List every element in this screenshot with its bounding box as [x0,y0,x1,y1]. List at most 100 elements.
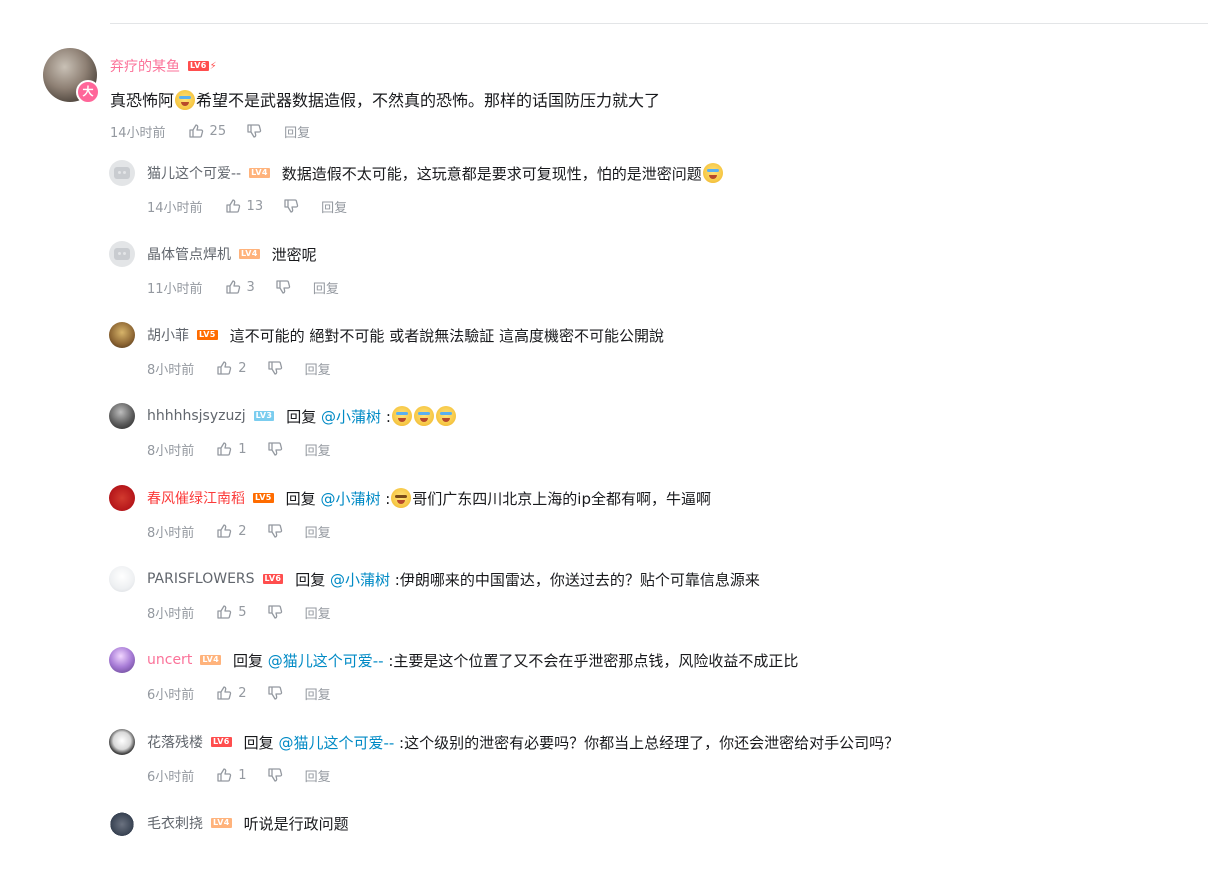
reply-info: 8小时前 2 回复 [147,359,331,378]
avatar[interactable] [109,322,135,348]
like-button[interactable]: 2 [216,523,247,539]
reply-content: 回复 @小蒲树 :伊朗哪来的中国雷达，你送过去的？贴个可靠信息源来 [295,569,760,590]
reply-info: 14小时前 13 回复 [147,197,347,216]
reply-button[interactable]: 回复 [284,122,310,141]
default-avatar-icon [114,248,130,260]
avatar[interactable] [109,160,135,186]
reply-username[interactable]: 春风催绿江南稻 [147,488,245,508]
dislike-button[interactable] [267,441,283,457]
reply-username[interactable]: 猫儿这个可爱-- [147,163,241,183]
top-divider [110,23,1208,24]
reply-item: hhhhhsjsyzuzj LV3 回复 @小蒲树 : 8小时前 1 回复 [109,403,1189,473]
reply-username[interactable]: uncert [147,652,192,668]
comment-time: 11小时前 [147,281,203,297]
comment-time: 8小时前 [147,606,195,622]
thumb-up-icon [217,605,232,619]
reply-username[interactable]: 胡小菲 [147,325,189,345]
avatar[interactable] [109,729,135,755]
like-button[interactable]: 2 [216,360,247,376]
thumb-up-icon [217,686,232,700]
thumb-down-icon [284,199,299,213]
level-badge: LV4 [239,249,260,259]
dislike-button[interactable] [267,767,283,783]
like-button[interactable]: 2 [216,685,247,701]
reply-text: :这个级别的泄密有必要吗？你都当上总经理了，你还会泄密给对手公司吗？ [394,733,900,752]
avatar[interactable] [109,810,135,836]
like-button[interactable]: 13 [225,198,263,214]
avatar[interactable] [109,403,135,429]
main-comment-avatar[interactable]: 大 [43,48,100,104]
reply-keyword: 回复 [286,407,317,426]
reply-text: :伊朗哪来的中国雷达，你送过去的？贴个可靠信息源来 [390,570,760,589]
reply-content: 回复 @猫儿这个可爱-- :主要是这个位置了又不会在乎泄密那点钱，风险收益不成正… [233,650,798,671]
like-button[interactable]: 1 [216,441,247,457]
avatar[interactable] [109,485,135,511]
level-badge: LV5 [253,493,274,503]
reply-username[interactable]: 花落残楼 [147,732,203,752]
default-avatar-icon [114,167,130,179]
level-badge: LV4 [249,168,270,178]
mention-link[interactable]: @猫儿这个可爱-- [278,734,394,752]
reply-text: :主要是这个位置了又不会在乎泄密那点钱，风险收益不成正比 [383,651,799,670]
mention-link[interactable]: @小蒲树 [330,571,390,589]
dislike-button[interactable] [267,604,283,620]
reply-button[interactable]: 回复 [321,197,347,216]
like-button[interactable]: 25 [188,123,226,139]
dislike-button[interactable] [267,523,283,539]
reply-username[interactable]: hhhhhsjsyzuzj [147,408,246,424]
level-badge: LV6 [188,61,209,71]
like-button[interactable]: 1 [216,767,247,783]
reply-info: 8小时前 2 回复 [147,522,331,541]
avatar[interactable] [109,566,135,592]
reply-content: 泄密呢 [271,245,317,264]
thumb-down-icon [276,280,291,294]
reply-content: 听说是行政问题 [243,814,349,833]
reply-text-prefix: : [380,489,391,508]
reply-item: PARISFLOWERS LV6 回复 @小蒲树 :伊朗哪来的中国雷达，你送过去… [109,566,1189,636]
dislike-button[interactable] [275,279,291,295]
reply-button[interactable]: 回复 [305,766,331,785]
reply-text: 数据造假不太可能，这玩意都是要求可复现性，怕的是泄密问题 [281,164,702,183]
like-button[interactable]: 3 [225,279,255,295]
thumb-down-icon [247,124,262,138]
mention-link[interactable]: @小蒲树 [320,490,380,508]
reply-content: 這不可能的 絕對不可能 或者說無法驗証 這高度機密不可能公開說 [229,326,664,345]
reply-keyword: 回复 [285,489,316,508]
reply-content: 数据造假不太可能，这玩意都是要求可复现性，怕的是泄密问题 [281,162,724,184]
thumb-up-icon [188,124,203,138]
comment-text-part: 真恐怖阿 [110,91,175,110]
dislike-button[interactable] [246,123,262,139]
reply-item: uncert LV4 回复 @猫儿这个可爱-- :主要是这个位置了又不会在乎泄密… [109,647,1189,717]
thumb-down-icon [267,361,282,375]
dislike-button[interactable] [283,198,299,214]
like-count: 5 [238,604,247,620]
like-count: 2 [238,685,247,701]
dislike-button[interactable] [267,685,283,701]
reply-button[interactable]: 回复 [305,684,331,703]
reply-button[interactable]: 回复 [305,603,331,622]
main-comment-info: 14小时前 25 回复 [110,122,310,141]
avatar[interactable] [109,647,135,673]
reply-item: 胡小菲 LV5 這不可能的 絕對不可能 或者說無法驗証 這高度機密不可能公開說 … [109,322,1189,392]
thumb-down-icon [267,524,282,538]
reply-username[interactable]: 毛衣刺挠 [147,813,203,833]
mention-link[interactable]: @小蒲树 [321,408,381,426]
reply-button[interactable]: 回复 [305,522,331,541]
level-badge: LV6 [211,737,232,747]
thumb-down-icon [267,768,282,782]
avatar[interactable] [109,241,135,267]
like-button[interactable]: 5 [216,604,247,620]
reply-button[interactable]: 回复 [313,278,339,297]
thumb-up-icon [217,768,232,782]
thumb-up-icon [225,280,240,294]
dislike-button[interactable] [267,360,283,376]
reply-button[interactable]: 回复 [305,359,331,378]
main-comment-username[interactable]: 弃疗的某鱼 [110,56,180,76]
level-badge: LV5 [197,330,218,340]
reply-username[interactable]: PARISFLOWERS [147,571,255,587]
reply-content: 回复 @小蒲树 : 哥们广东四川北京上海的ip全都有啊，牛逼啊 [285,487,711,509]
reply-button[interactable]: 回复 [305,440,331,459]
mention-link[interactable]: @猫儿这个可爱-- [268,652,384,670]
reply-item: 花落残楼 LV6 回复 @猫儿这个可爱-- :这个级别的泄密有必要吗？你都当上总… [109,729,1189,799]
reply-username[interactable]: 晶体管点焊机 [147,244,231,264]
